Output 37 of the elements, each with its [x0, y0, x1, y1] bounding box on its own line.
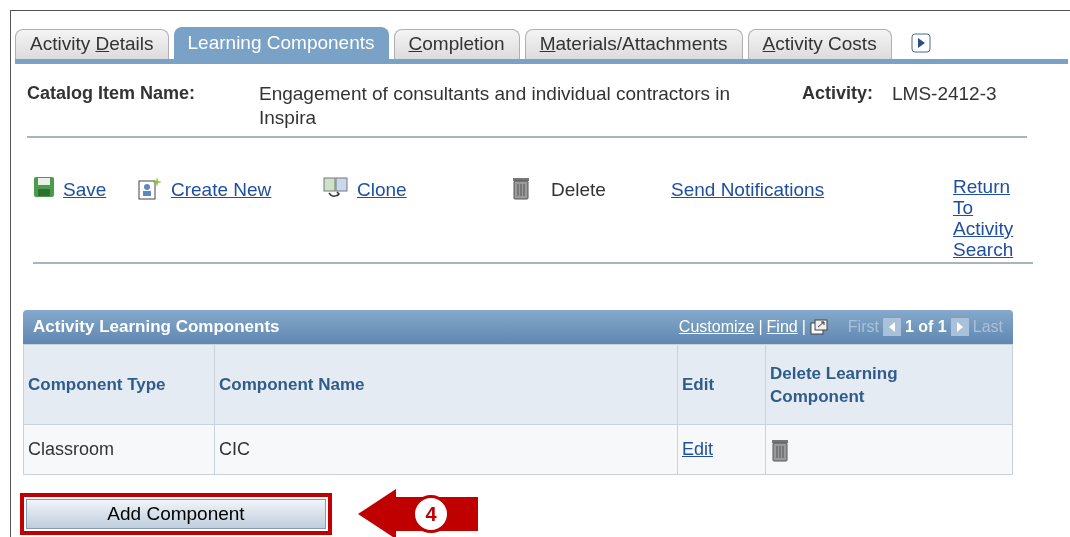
table-cell: CIC [214, 424, 678, 475]
toolbar-link[interactable]: Save [63, 176, 107, 205]
new-document-icon[interactable] [137, 176, 163, 200]
toolbar-link[interactable]: Send Notifications [671, 176, 825, 205]
separator: | [801, 317, 806, 337]
edit-link[interactable]: Edit [682, 439, 714, 459]
catalog-value: Engagement of consultants and individual contractors in Inspira [259, 82, 732, 130]
column-header: Component Type [23, 344, 215, 425]
add-component-button[interactable]: Add Component [26, 499, 326, 529]
first-label: First [847, 317, 879, 337]
scroll-tabs-icon[interactable] [910, 33, 931, 53]
table-cell: Classroom [23, 424, 215, 475]
separator: | [758, 317, 763, 337]
tab[interactable]: Completion [393, 29, 520, 59]
page-count: 1 of 1 [904, 317, 947, 337]
previous-icon[interactable] [882, 318, 901, 336]
catalog-label: Catalog Item Name: [27, 82, 197, 105]
column-header: Component Name [214, 344, 678, 425]
column-header: Delete Learning Component [765, 344, 1013, 425]
toolbar-label: Delete [551, 178, 606, 202]
column-header: Edit [677, 344, 766, 425]
trash-icon[interactable] [770, 437, 790, 462]
save-icon[interactable] [33, 176, 55, 198]
activity-value: LMS-2412-3 [892, 82, 997, 106]
view-all-icon[interactable] [809, 319, 828, 335]
toolbar-link[interactable]: Create New [171, 176, 272, 205]
next-icon[interactable] [950, 318, 969, 336]
tab[interactable]: Activity Details [15, 29, 169, 59]
tab[interactable]: Activity Costs [747, 29, 892, 59]
trash-icon[interactable] [511, 176, 531, 200]
grid-title: Activity Learning Components [33, 316, 280, 339]
toolbar-link[interactable]: Clone [357, 176, 407, 205]
toolbar-link[interactable]: Return To Activity Search [953, 176, 1023, 260]
clone-icon[interactable] [323, 176, 349, 200]
tab[interactable]: Materials/Attachments [524, 29, 743, 59]
last-label: Last [972, 317, 1003, 337]
activity-label: Activity: [802, 82, 874, 105]
